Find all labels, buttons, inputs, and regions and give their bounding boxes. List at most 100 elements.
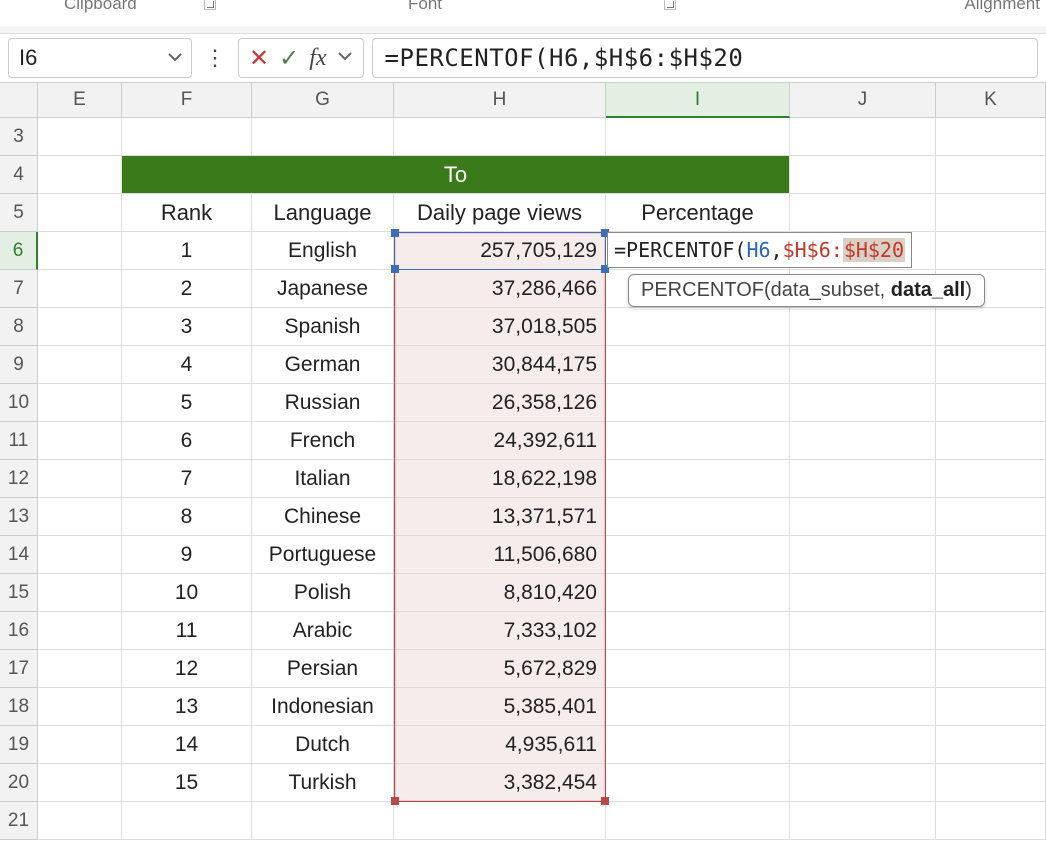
cell[interactable]: [606, 688, 790, 726]
col-header-J[interactable]: J: [790, 82, 936, 118]
cell-views[interactable]: 5,385,401: [394, 688, 606, 726]
cell[interactable]: [394, 118, 606, 156]
cell[interactable]: [606, 118, 790, 156]
accept-formula-button[interactable]: ✓: [279, 44, 299, 73]
cell[interactable]: [38, 764, 122, 802]
cell[interactable]: [38, 194, 122, 232]
cell-language[interactable]: Dutch: [252, 726, 394, 764]
cell[interactable]: [790, 118, 936, 156]
row-header[interactable]: 3: [0, 118, 38, 156]
cell[interactable]: [606, 536, 790, 574]
cell-language[interactable]: German: [252, 346, 394, 384]
cell[interactable]: [790, 156, 936, 194]
cell[interactable]: [790, 194, 936, 232]
cell[interactable]: [790, 650, 936, 688]
row-header[interactable]: 8: [0, 308, 38, 346]
cell[interactable]: [936, 156, 1046, 194]
cell-language[interactable]: Indonesian: [252, 688, 394, 726]
cell[interactable]: [606, 384, 790, 422]
cell[interactable]: [38, 802, 122, 840]
col-header-K[interactable]: K: [936, 82, 1046, 118]
cell-views[interactable]: 257,705,129: [394, 232, 606, 270]
cell[interactable]: [38, 726, 122, 764]
cell-views[interactable]: 4,935,611: [394, 726, 606, 764]
cell-views[interactable]: 18,622,198: [394, 460, 606, 498]
cell-rank[interactable]: 13: [122, 688, 252, 726]
cell[interactable]: [936, 802, 1046, 840]
cell[interactable]: [790, 422, 936, 460]
cell[interactable]: [394, 802, 606, 840]
cell-language[interactable]: Italian: [252, 460, 394, 498]
cell[interactable]: [38, 574, 122, 612]
cell[interactable]: [38, 156, 122, 194]
cell[interactable]: [122, 802, 252, 840]
cell-rank[interactable]: 11: [122, 612, 252, 650]
cell[interactable]: [606, 802, 790, 840]
cell[interactable]: [790, 764, 936, 802]
row-header[interactable]: 6: [0, 232, 38, 270]
row-header[interactable]: 12: [0, 460, 38, 498]
cell-language[interactable]: Japanese: [252, 270, 394, 308]
cell[interactable]: [38, 270, 122, 308]
cell-views[interactable]: 3,382,454: [394, 764, 606, 802]
chevron-down-icon[interactable]: [337, 48, 353, 69]
cell[interactable]: [936, 422, 1046, 460]
cell-rank[interactable]: 3: [122, 308, 252, 346]
cell-language[interactable]: English: [252, 232, 394, 270]
cell[interactable]: [936, 688, 1046, 726]
cell[interactable]: [38, 536, 122, 574]
cell[interactable]: [606, 726, 790, 764]
cell[interactable]: [606, 764, 790, 802]
cell-views[interactable]: 13,371,571: [394, 498, 606, 536]
cell[interactable]: [38, 612, 122, 650]
col-header-H[interactable]: H: [394, 82, 606, 118]
cell[interactable]: [936, 498, 1046, 536]
row-header[interactable]: 21: [0, 802, 38, 840]
dialog-launcher-icon[interactable]: [664, 0, 676, 10]
cell[interactable]: [606, 574, 790, 612]
cell[interactable]: [606, 612, 790, 650]
cell[interactable]: [936, 308, 1046, 346]
cell-rank[interactable]: 10: [122, 574, 252, 612]
cell-rank[interactable]: 8: [122, 498, 252, 536]
cell-language[interactable]: Polish: [252, 574, 394, 612]
cell[interactable]: [790, 308, 936, 346]
col-header-F[interactable]: F: [122, 82, 252, 118]
cell[interactable]: [936, 384, 1046, 422]
row-header[interactable]: 10: [0, 384, 38, 422]
col-header-I[interactable]: I: [606, 82, 790, 118]
cell-language[interactable]: Persian: [252, 650, 394, 688]
cell[interactable]: [790, 688, 936, 726]
cancel-formula-button[interactable]: ✕: [249, 44, 269, 73]
cell-language[interactable]: Portuguese: [252, 536, 394, 574]
cell[interactable]: [38, 498, 122, 536]
cell-header-percentage[interactable]: Percentage: [606, 194, 790, 232]
cell-rank[interactable]: 4: [122, 346, 252, 384]
cell[interactable]: [606, 460, 790, 498]
cell-rank[interactable]: 12: [122, 650, 252, 688]
cell-views[interactable]: 26,358,126: [394, 384, 606, 422]
cell[interactable]: [38, 308, 122, 346]
name-box[interactable]: I6: [8, 38, 192, 78]
vertical-dots-icon[interactable]: ⋮: [200, 45, 230, 71]
row-header[interactable]: 15: [0, 574, 38, 612]
cell[interactable]: [38, 422, 122, 460]
cell-views[interactable]: 8,810,420: [394, 574, 606, 612]
cell[interactable]: [936, 460, 1046, 498]
cell-views[interactable]: 5,672,829: [394, 650, 606, 688]
cell[interactable]: [38, 460, 122, 498]
row-header[interactable]: 19: [0, 726, 38, 764]
spreadsheet-grid[interactable]: E F G H I J K 3 4 To 5 Rank Language Dai…: [0, 82, 1046, 840]
cell[interactable]: [936, 118, 1046, 156]
cell-views[interactable]: 7,333,102: [394, 612, 606, 650]
cell[interactable]: [936, 194, 1046, 232]
cell-rank[interactable]: 15: [122, 764, 252, 802]
row-header[interactable]: 7: [0, 270, 38, 308]
cell[interactable]: [122, 118, 252, 156]
cell[interactable]: [606, 650, 790, 688]
cell-language[interactable]: Chinese: [252, 498, 394, 536]
row-header[interactable]: 9: [0, 346, 38, 384]
cell-language[interactable]: Russian: [252, 384, 394, 422]
cell-header-language[interactable]: Language: [252, 194, 394, 232]
cell[interactable]: [936, 650, 1046, 688]
